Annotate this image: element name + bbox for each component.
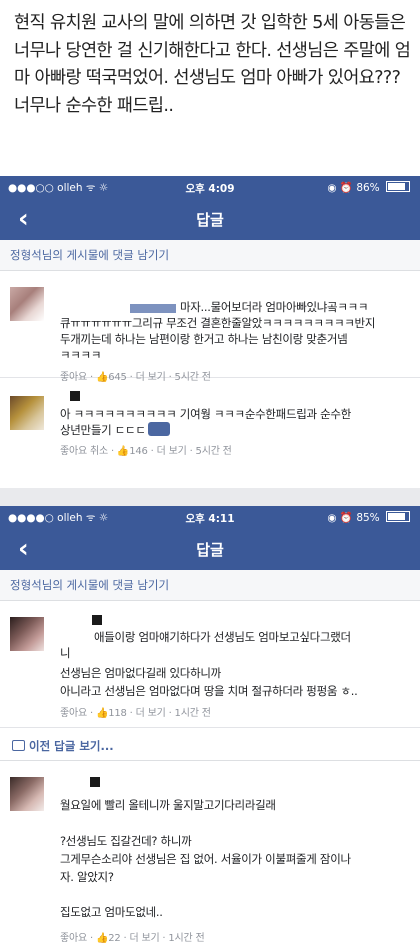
avatar[interactable] — [10, 617, 44, 651]
like-thumb-icon: 👍 — [116, 446, 130, 457]
comment-meta: 좋아요 · 👍22 · 더 보기 · 1시간 전 — [60, 929, 205, 944]
unlike-link[interactable]: 좋아요 취소 · — [60, 446, 117, 457]
meta-rest[interactable]: · 더 보기 · 1시간 전 — [121, 933, 205, 944]
alarm-icon: ◉ ⏰ — [327, 512, 353, 524]
status-right: ◉ ⏰ 86% — [327, 181, 410, 194]
post-comment-link[interactable]: 정형석님의 게시물에 댓글 남기기 — [0, 240, 420, 271]
nav-title: 답글 — [196, 211, 224, 229]
like-count: 22 — [108, 933, 121, 944]
comment-meta: 좋아요 취소 · 👍146 · 더 보기 · 5시간 전 — [60, 442, 232, 457]
blurred-author-name[interactable] — [70, 391, 80, 401]
like-link[interactable]: 좋아요 · — [60, 708, 96, 719]
comment-text: 상년만들기 ㄷㄷㄷ — [60, 422, 170, 439]
comment-text: 두개끼는데 하나는 남편이랑 한거고 하나는 남친이랑 맞춘거넴 — [60, 332, 348, 346]
comment-text: ㅋㅋㅋㅋ — [60, 348, 102, 362]
comment-text: 니 — [60, 646, 71, 660]
meta-rest[interactable]: · 더 보기 · 5시간 전 — [148, 446, 232, 457]
battery-percent: 85% — [356, 512, 380, 524]
blurred-author-name[interactable] — [130, 304, 176, 313]
like-thumb-icon: 👍 — [95, 708, 109, 719]
battery-percent: 86% — [356, 182, 380, 194]
alarm-icon: ◉ ⏰ — [327, 182, 353, 194]
like-thumb-icon: 👍 — [95, 933, 109, 944]
screenshot-1: ●●●○○ olleh ᯤ ☼ 오후 4:09 ◉ ⏰ 86% ‹ 답글 정형석… — [0, 176, 420, 488]
status-bar: ●●●●○ olleh ᯤ ☼ 오후 4:11 ◉ ⏰ 85% — [0, 506, 420, 528]
thumbs-sticker-icon — [147, 422, 170, 436]
comment-text: 아 ㅋㅋㅋㅋㅋㅋㅋㅋㅋㅋ 기여웡 ㅋㅋㅋ순수한패드립과 순수한 — [60, 407, 351, 421]
comment-text: 월요일에 빨리 올테니까 울지말고기다리라길래 — [60, 798, 276, 812]
like-count: 146 — [129, 446, 148, 457]
comment: 월요일에 빨리 올테니까 울지말고기다리라길래 ?선생님도 집갈건데? 하니까 … — [0, 761, 420, 948]
nav-title: 답글 — [196, 541, 224, 559]
comment-text: 선생님은 엄마없다길래 있다하니까 — [60, 666, 221, 680]
comment-text: 그게무슨소리야 선생님은 집 없어. 서율이가 이불펴줄게 잠이나 — [60, 852, 351, 866]
status-bar: ●●●○○ olleh ᯤ ☼ 오후 4:09 ◉ ⏰ 86% — [0, 176, 420, 198]
like-link[interactable]: 좋아요 · — [60, 933, 96, 944]
battery-icon — [386, 181, 410, 192]
comment: 마자...물어보더라 엄마아빠있냐곸ㅋㅋㅋ 큐ㅠㅠㅠㅠㅠㅠ그리규 무조건 결혼한… — [0, 271, 420, 383]
avatar[interactable] — [10, 396, 44, 430]
comment-text: 애들이랑 엄마얘기하다가 선생님도 엄마보고싶다그랬더 — [94, 630, 351, 644]
meta-rest[interactable]: · 더 보기 · 1시간 전 — [127, 708, 211, 719]
status-right: ◉ ⏰ 85% — [327, 511, 410, 524]
comment-text-part: 상년만들기 ㄷㄷㄷ — [60, 423, 146, 437]
screenshot-2: ●●●●○ olleh ᯤ ☼ 오후 4:11 ◉ ⏰ 85% ‹ 답글 정형석… — [0, 506, 420, 948]
nav-bar: ‹ 답글 — [0, 198, 420, 240]
screenshot-separator — [0, 488, 420, 506]
comment-text: 자. 알았지? — [60, 870, 114, 884]
blurred-author-name[interactable] — [92, 615, 102, 625]
avatar[interactable] — [10, 287, 44, 321]
nav-bar: ‹ 답글 — [0, 528, 420, 570]
comment: 아 ㅋㅋㅋㅋㅋㅋㅋㅋㅋㅋ 기여웡 ㅋㅋㅋ순수한패드립과 순수한 상년만들기 ㄷㄷ… — [0, 378, 420, 478]
comment-text: ?선생님도 집갈건데? 하니까 — [60, 834, 192, 848]
blurred-author-name[interactable] — [90, 777, 100, 787]
view-previous-replies[interactable]: 이전 답글 보기... — [0, 732, 420, 761]
comment-text: 집도없고 엄마도없네.. — [60, 905, 163, 919]
post-comment-link[interactable]: 정형석님의 게시물에 댓글 남기기 — [0, 570, 420, 601]
intro-text: 현직 유치원 교사의 말에 의하면 갓 입학한 5세 아동들은 너무나 당연한 … — [14, 13, 411, 116]
view-previous-replies-label: 이전 답글 보기... — [29, 739, 114, 753]
comment-text: 마자...물어보더라 엄마아빠있냐곸ㅋㅋㅋ — [180, 300, 369, 314]
comment: 애들이랑 엄마얘기하다가 선생님도 엄마보고싶다그랬더 니 선생님은 엄마없다길… — [0, 601, 420, 728]
comment-text: 큐ㅠㅠㅠㅠㅠㅠ그리규 무조건 결혼한줄알았ㅋㅋㅋㅋㅋㅋㅋㅋㅋ반지 — [60, 316, 376, 330]
battery-icon — [386, 511, 410, 522]
comment-text: 아니라고 선생님은 엄마없다며 땅을 치며 절규하더라 펑펑움 ㅎ.. — [60, 684, 358, 698]
comment-meta: 좋아요 · 👍118 · 더 보기 · 1시간 전 — [60, 704, 211, 719]
speech-bubble-icon — [12, 740, 25, 751]
avatar[interactable] — [10, 777, 44, 811]
like-count: 118 — [108, 708, 127, 719]
